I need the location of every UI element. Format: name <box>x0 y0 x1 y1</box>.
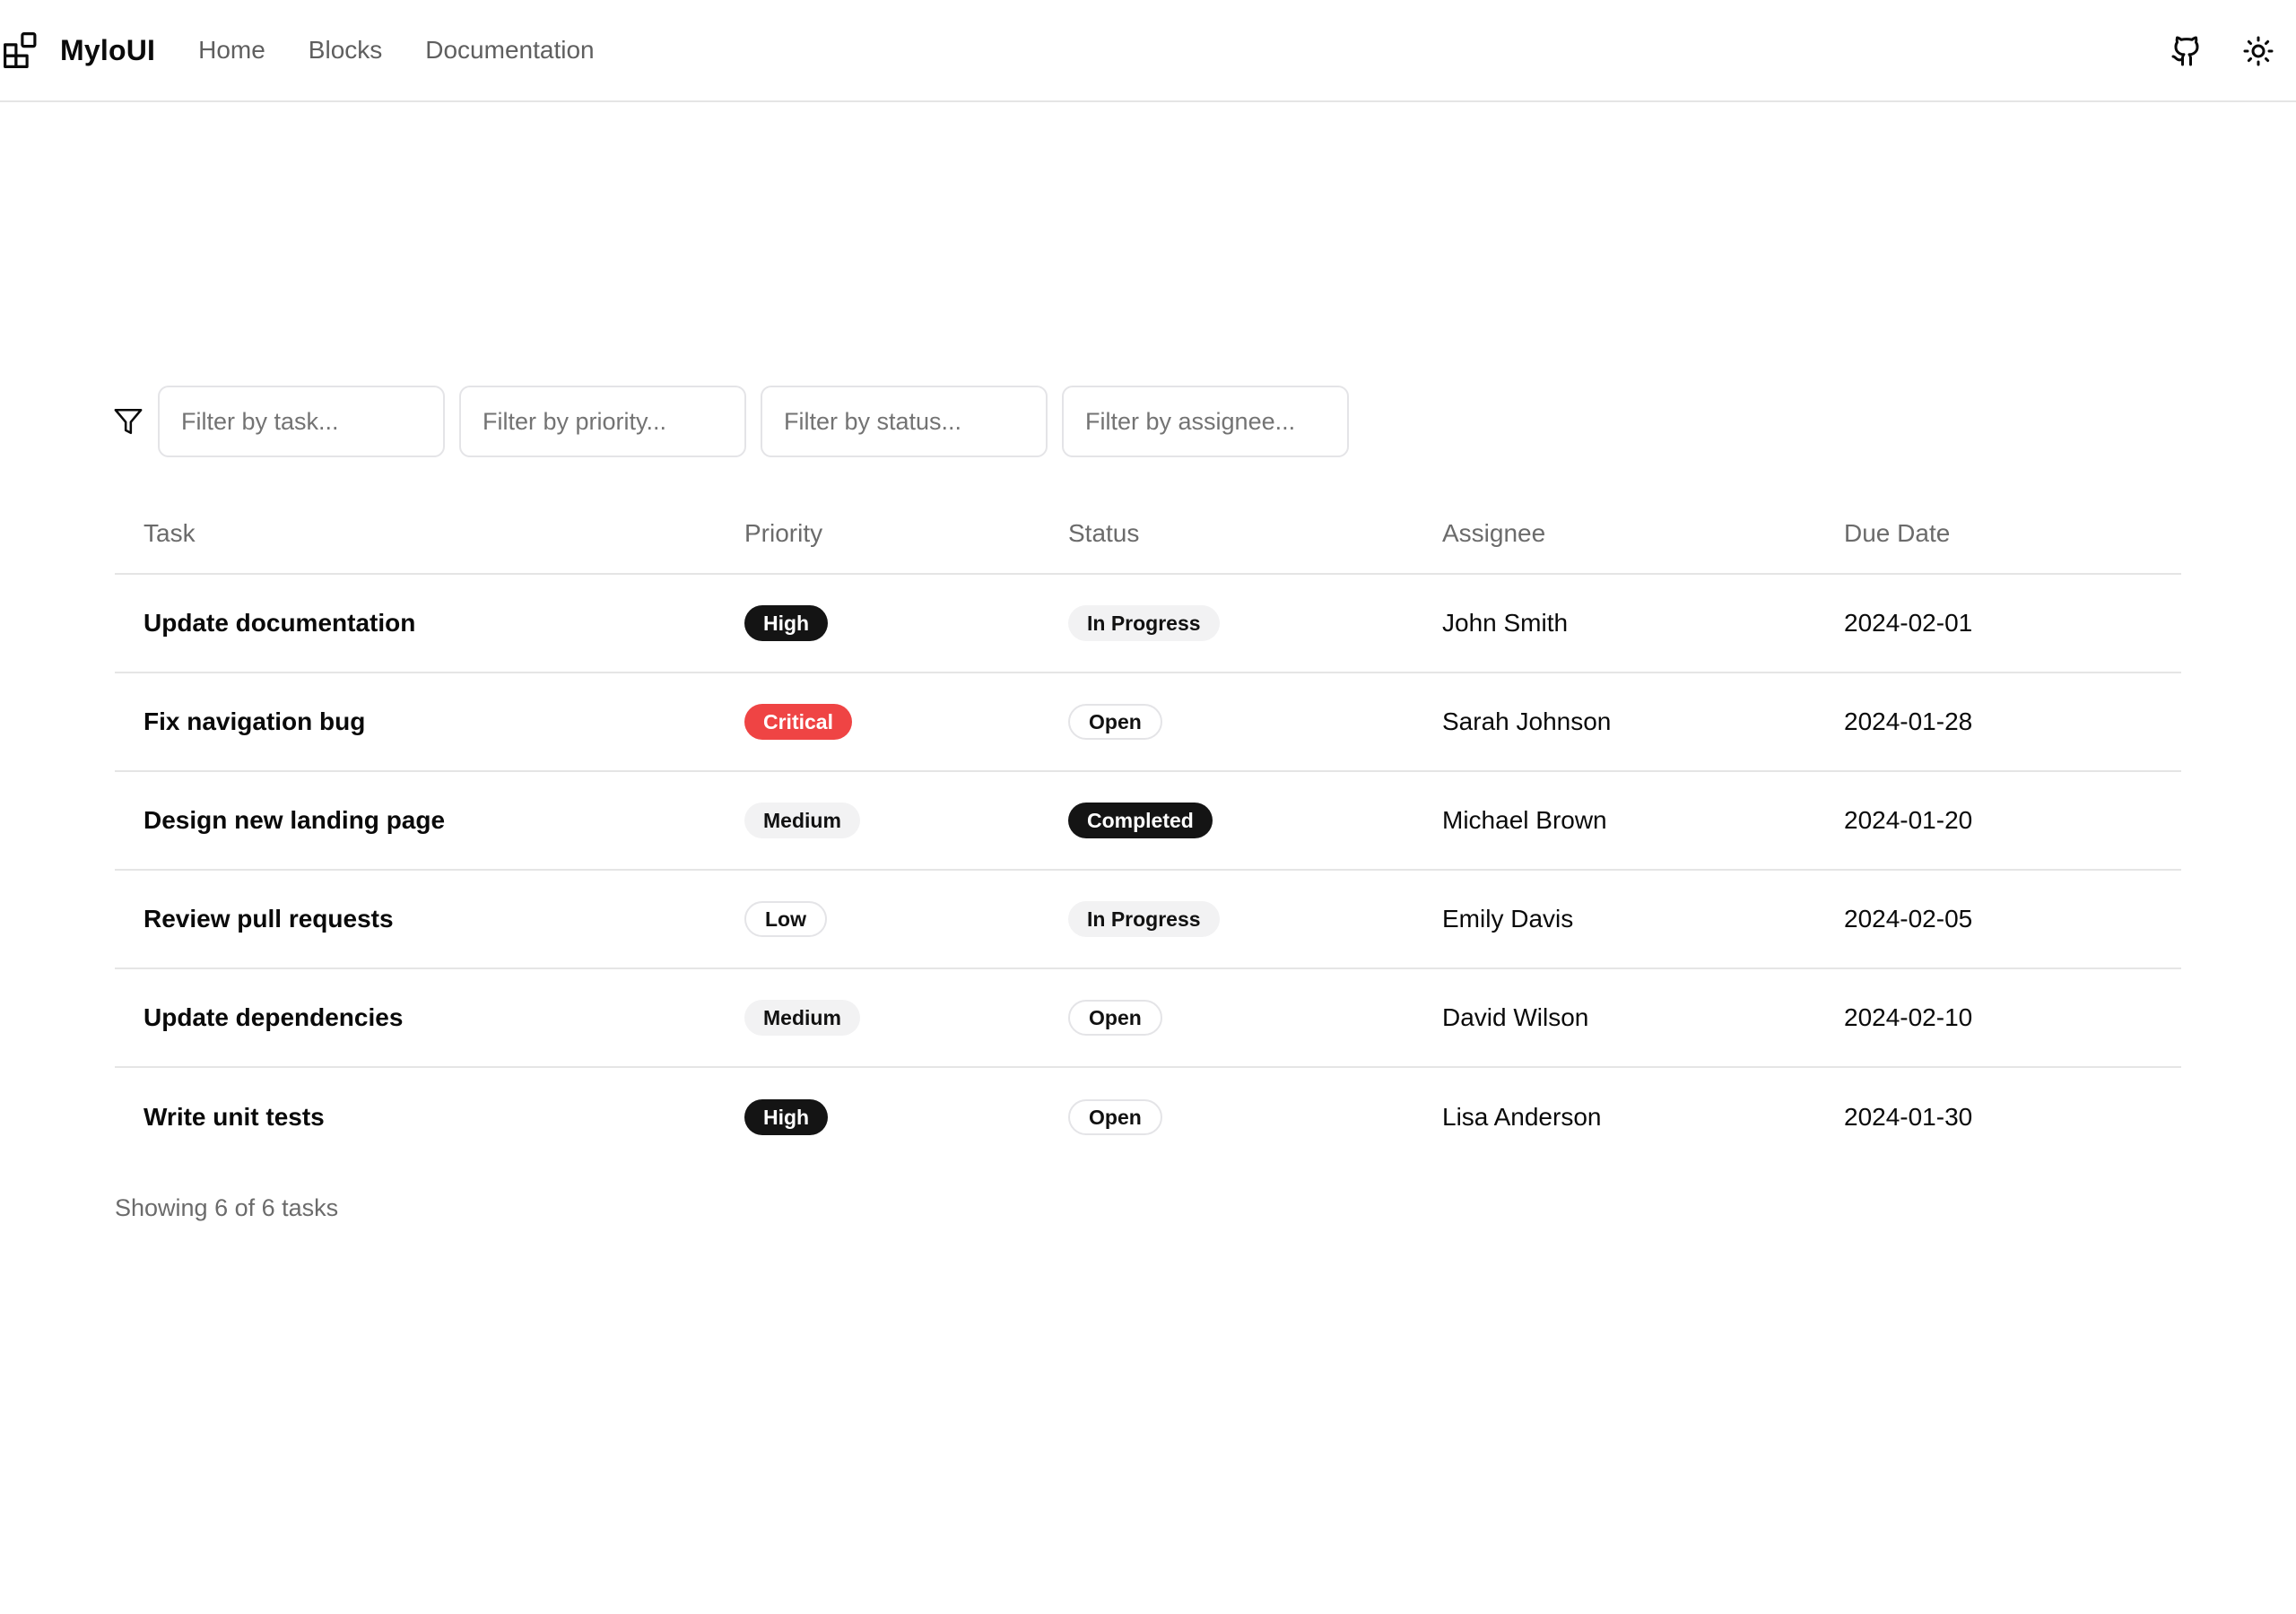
priority-badge: Low <box>744 901 827 937</box>
priority-badge: Medium <box>744 803 860 838</box>
priority-badge: Critical <box>744 704 852 740</box>
priority-cell: Critical <box>744 672 1068 772</box>
assignee-cell: Emily Davis <box>1442 870 1844 969</box>
column-header-due-date[interactable]: Due Date <box>1844 493 2181 575</box>
assignee-cell: Lisa Anderson <box>1442 1102 1602 1131</box>
results-count: Showing 6 of 6 tasks <box>115 1194 339 1221</box>
status-cell: Open <box>1068 672 1442 772</box>
task-cell: Fix navigation bug <box>115 672 744 772</box>
assignee-cell: David Wilson <box>1442 968 1844 1068</box>
priority-cell: Medium <box>744 968 1068 1068</box>
filter-priority-input[interactable] <box>459 386 746 457</box>
status-badge: In Progress <box>1068 901 1220 937</box>
filter-bar <box>113 386 1363 457</box>
task-cell: Design new landing page <box>115 771 744 871</box>
github-button[interactable] <box>2158 22 2215 80</box>
sun-icon <box>2243 36 2274 66</box>
table-row[interactable]: Fix navigation bug Critical Open Sarah J… <box>115 672 2181 772</box>
due-date-cell: 2024-02-01 <box>1844 574 2181 673</box>
assignee-cell: Sarah Johnson <box>1442 672 1844 772</box>
status-cell: Completed <box>1068 771 1442 871</box>
status-badge: Open <box>1068 1098 1162 1135</box>
nav-documentation[interactable]: Documentation <box>425 36 594 65</box>
status-badge: Open <box>1068 1000 1162 1036</box>
table-header-row: Task Priority Status Assignee Due Date <box>115 493 2181 575</box>
status-cell: Open <box>1068 1067 1442 1166</box>
table-row[interactable]: Update dependencies Medium Open David Wi… <box>115 968 2181 1068</box>
brand-link[interactable]: MyloUI <box>3 31 155 69</box>
table-row[interactable]: Review pull requests Low In Progress Emi… <box>115 870 2181 969</box>
theme-toggle-button[interactable] <box>2230 22 2287 80</box>
nav-blocks[interactable]: Blocks <box>309 36 382 65</box>
column-header-priority[interactable]: Priority <box>744 493 1068 575</box>
status-cell: In Progress <box>1068 870 1442 969</box>
priority-badge: Medium <box>744 1000 860 1036</box>
task-cell: Update documentation <box>115 574 744 673</box>
priority-cell: High <box>744 1067 1068 1166</box>
priority-badge: High <box>744 605 829 641</box>
priority-cell: Medium <box>744 771 1068 871</box>
column-header-assignee[interactable]: Assignee <box>1442 493 1844 575</box>
priority-badge: High <box>744 1098 829 1135</box>
status-cell: In Progress <box>1068 574 1442 673</box>
main-nav: Home Blocks Documentation <box>198 36 638 65</box>
due-date-cell: 2024-02-05 <box>1844 870 2181 969</box>
nav-home[interactable]: Home <box>198 36 265 65</box>
column-header-task[interactable]: Task <box>115 493 744 575</box>
task-cell: Review pull requests <box>115 870 744 969</box>
tasks-table-container: Task Priority Status Assignee Due Date U… <box>115 493 2181 1166</box>
priority-cell: High <box>744 574 1068 673</box>
brand-name: MyloUI <box>60 33 156 66</box>
status-cell: Open <box>1068 968 1442 1068</box>
filter-status-input[interactable] <box>761 386 1048 457</box>
task-cell: Write unit tests <box>144 1102 325 1131</box>
task-cell: Update dependencies <box>115 968 744 1068</box>
filter-task-input[interactable] <box>158 386 445 457</box>
assignee-cell: Michael Brown <box>1442 771 1844 871</box>
due-date-cell: 2024-01-28 <box>1844 672 2181 772</box>
due-date-cell: 2024-01-30 <box>1844 1102 1973 1131</box>
github-icon <box>2171 36 2199 66</box>
due-date-cell: 2024-02-10 <box>1844 968 2181 1068</box>
status-badge: Completed <box>1068 803 1213 838</box>
table-row[interactable]: Update documentation High In Progress Jo… <box>115 574 2181 673</box>
filter-icon <box>114 408 143 435</box>
due-date-cell: 2024-01-20 <box>1844 771 2181 871</box>
status-badge: In Progress <box>1068 605 1220 641</box>
table-row[interactable]: Write unit tests High Open Lisa Anderson… <box>115 1067 2181 1166</box>
top-navbar: MyloUI Home Blocks Documentation <box>0 0 2296 102</box>
header-actions <box>2158 0 2296 102</box>
assignee-cell: John Smith <box>1442 574 1844 673</box>
tasks-table: Task Priority Status Assignee Due Date U… <box>115 493 2181 1166</box>
filter-assignee-input[interactable] <box>1062 386 1349 457</box>
table-row[interactable]: Design new landing page Medium Completed… <box>115 771 2181 871</box>
blocks-logo-icon <box>4 32 37 68</box>
column-header-status[interactable]: Status <box>1068 493 1442 575</box>
priority-cell: Low <box>744 870 1068 969</box>
status-badge: Open <box>1068 704 1162 740</box>
